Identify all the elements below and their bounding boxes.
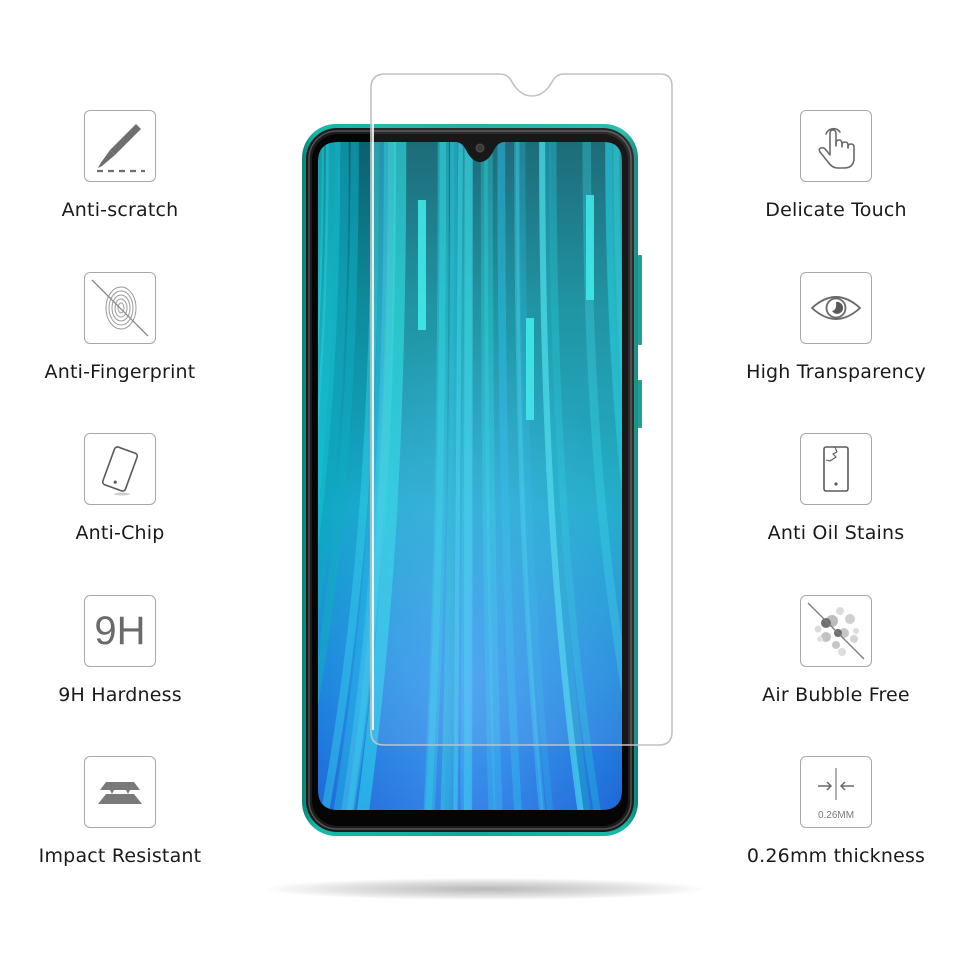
feature-anti-scratch: Anti-scratch [0,110,240,221]
feature-label: High Transparency [746,361,926,383]
feature-label: Anti-scratch [61,199,179,221]
feature-label: Anti Oil Stains [767,522,905,544]
feature-impact-resistant: Impact Resistant [0,756,240,867]
scalpel-icon [84,110,156,182]
feature-delicate-touch: Delicate Touch [716,110,956,221]
tilted-phone-icon [84,433,156,505]
feature-anti-chip: Anti-Chip [0,433,240,544]
thickness-icon-text: 0.26MM [817,810,855,821]
feature-9h-hardness: 9H 9H Hardness [0,595,240,706]
9h-icon-text: 9H [94,609,146,653]
impact-layers-icon [84,756,156,828]
feature-label: Delicate Touch [765,199,907,221]
glass-protector [370,73,673,746]
9h-icon: 9H [84,595,156,667]
feature-anti-oil-stains: Anti Oil Stains [716,433,956,544]
feature-high-transparency: High Transparency [716,272,956,383]
feature-label: Impact Resistant [38,845,202,867]
bubbles-crossed-icon [800,595,872,667]
feature-anti-fingerprint: Anti-Fingerprint [0,272,240,383]
thickness-icon: 0.26MM [800,756,872,828]
feature-label: Anti-Chip [75,522,165,544]
feature-label: 0.26mm thickness [746,845,926,867]
feature-air-bubble-free: Air Bubble Free [716,595,956,706]
feature-label: 9H Hardness [58,684,182,706]
fingerprint-crossed-icon [84,272,156,344]
feature-label: Air Bubble Free [762,684,910,706]
feature-thickness: 0.26MM 0.26mm thickness [716,756,956,867]
touch-hand-icon [800,110,872,182]
cracked-phone-icon [800,433,872,505]
eye-icon [800,272,872,344]
feature-label: Anti-Fingerprint [44,361,196,383]
